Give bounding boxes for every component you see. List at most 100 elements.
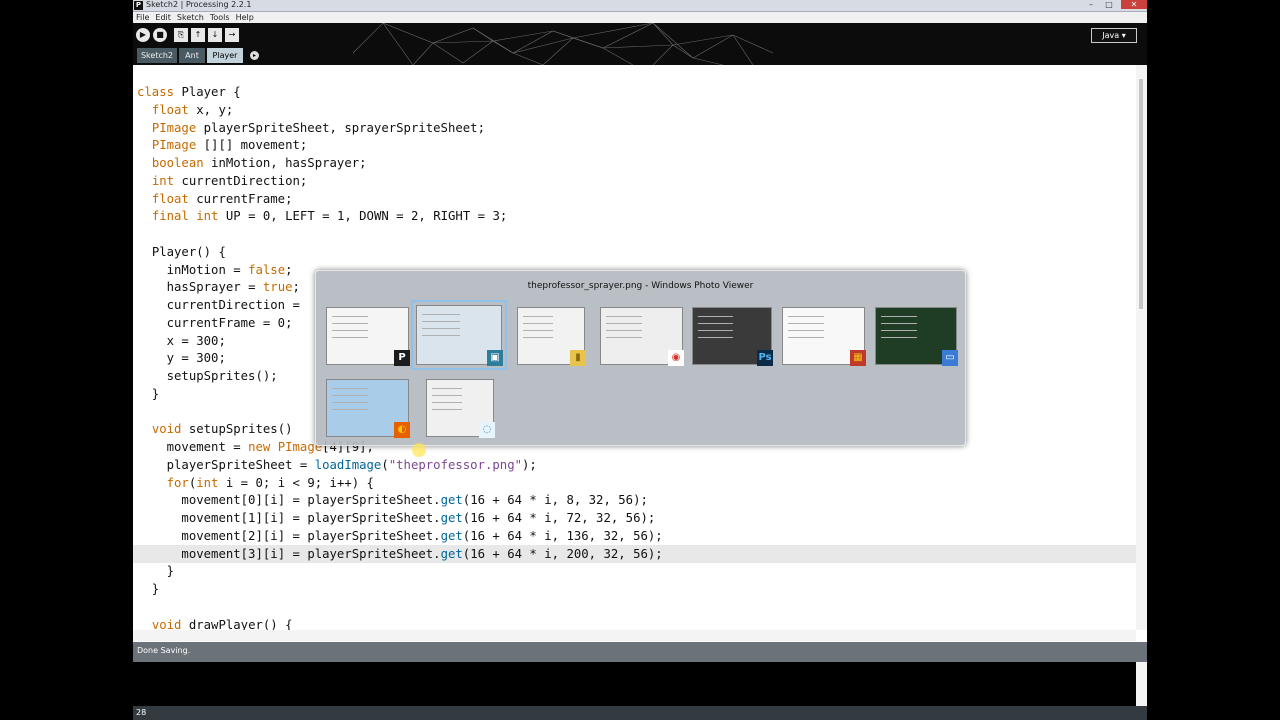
thumbnail-content-line	[523, 330, 553, 331]
thumbnail-content-line	[332, 337, 369, 338]
code-line: currentDirection =	[166, 298, 300, 312]
export-button[interactable]: →	[225, 28, 239, 42]
editor-horizontal-scrollbar[interactable]	[133, 630, 1136, 641]
thumbnail-content-line	[788, 330, 825, 331]
thumbnail-content-line	[881, 323, 917, 324]
thumbnail-content-line	[881, 330, 917, 331]
console-scrollbar[interactable]	[1136, 662, 1147, 706]
app-icon: ▭	[942, 350, 958, 366]
thumbnail-content-line	[606, 323, 643, 324]
code-line: PImage playerSpriteSheet, sprayerSpriteS…	[151, 120, 485, 135]
thumbnail-content-line	[422, 321, 460, 322]
thumbnail-content-line	[332, 388, 369, 389]
menu-help[interactable]: Help	[233, 12, 257, 23]
code-line: playerSpriteSheet = loadImage("theprofes…	[166, 457, 537, 472]
code-line: PImage [][] movement;	[151, 138, 308, 153]
thumbnail-content-line	[523, 337, 553, 338]
code-line: float x, y;	[151, 102, 234, 117]
thumbnail-content-line	[432, 395, 462, 396]
status-bar: Done Saving.	[133, 642, 1147, 662]
thumbnail-content-line	[788, 323, 825, 324]
open-button[interactable]: ↑	[191, 28, 205, 42]
menu-sketch[interactable]: Sketch	[174, 12, 207, 23]
run-button[interactable]: ▶	[136, 28, 150, 42]
task-thumbnail[interactable]: ▮	[517, 307, 586, 366]
menu-bar: File Edit Sketch Tools Help	[133, 12, 1147, 23]
save-button[interactable]: ↓	[208, 28, 222, 42]
thumbnail-content-line	[698, 337, 734, 338]
code-line: movement[2][i] = playerSpriteSheet.get(1…	[181, 528, 663, 543]
processing-app-icon: P	[134, 1, 143, 10]
code-line: void setupSprites()	[151, 422, 293, 437]
thumbnail-content-line	[422, 335, 460, 336]
app-icon: P	[394, 350, 410, 366]
app-icon: ▣	[487, 350, 503, 366]
task-thumbnail[interactable]: ◉	[600, 307, 684, 366]
maximize-button[interactable]: □	[1101, 0, 1117, 9]
tab-player[interactable]: Player	[207, 48, 243, 63]
stop-button[interactable]: ■	[153, 28, 167, 42]
task-switcher-title: theprofessor_sprayer.png - Windows Photo…	[527, 281, 754, 291]
task-thumbnail[interactable]: ▦	[782, 307, 866, 366]
thumbnail-content-line	[788, 316, 825, 317]
task-thumbnail[interactable]: P	[326, 307, 410, 366]
task-thumbnail[interactable]: Ps	[692, 307, 773, 366]
code-line: y = 300;	[166, 351, 226, 366]
thumbnail-content-line	[698, 323, 734, 324]
task-switcher: theprofessor_sprayer.png - Windows Photo…	[315, 270, 966, 446]
thumbnail-content-line	[422, 328, 460, 329]
thumbnail-content-line	[332, 409, 369, 410]
thumbnail-content-line	[432, 409, 462, 410]
code-line: void drawPlayer() {	[151, 617, 293, 631]
thumbnail-content-line	[523, 323, 553, 324]
close-button[interactable]: ✕	[1121, 0, 1147, 9]
code-line: }	[137, 564, 175, 579]
code-line: int currentDirection;	[151, 173, 308, 188]
menu-tools[interactable]: Tools	[207, 12, 233, 23]
line-number: 28	[136, 708, 147, 717]
thumbnail-content-line	[332, 330, 369, 331]
code-line: class Player {	[137, 85, 241, 99]
app-icon: ◉	[668, 350, 684, 366]
task-thumbnail[interactable]: ▭	[875, 307, 958, 366]
thumbnail-content-line	[432, 388, 462, 389]
thumbnail-content-line	[432, 402, 462, 403]
toolbar: ▶ ■ ⎘ ↑ ↓ → Java ▾ Sketch2 Ant Player ▸	[133, 23, 1147, 65]
toolbar-background-network-art	[352, 23, 774, 65]
editor-vertical-scrollbar[interactable]	[1136, 65, 1147, 630]
new-button[interactable]: ⎘	[174, 28, 188, 42]
menu-edit[interactable]: Edit	[152, 12, 174, 23]
menu-file[interactable]: File	[133, 12, 152, 23]
tab-menu-icon[interactable]: ▸	[250, 51, 259, 60]
task-thumbnail[interactable]: ▣	[411, 300, 507, 370]
app-icon: ◐	[394, 422, 410, 438]
thumbnail-content-line	[606, 330, 643, 331]
app-icon: ▦	[850, 350, 866, 366]
mode-selector[interactable]: Java ▾	[1091, 28, 1137, 43]
app-icon: Ps	[757, 350, 773, 366]
thumbnail-content-line	[881, 316, 917, 317]
thumbnail-content-line	[881, 337, 917, 338]
code-line: final int UP = 0, LEFT = 1, DOWN = 2, RI…	[151, 209, 508, 224]
code-line: movement[0][i] = playerSpriteSheet.get(1…	[181, 493, 648, 508]
code-line: for(int i = 0; i < 9; i++) {	[166, 475, 374, 490]
app-icon: ▮	[570, 350, 586, 366]
line-number-bar: 28	[133, 706, 1147, 720]
tab-sketch2[interactable]: Sketch2	[137, 48, 177, 63]
thumbnail-content-line	[332, 395, 369, 396]
thumbnail-content-line	[606, 337, 643, 338]
task-thumbnail[interactable]: ◌	[426, 379, 495, 438]
code-line: setupSprites();	[166, 369, 278, 383]
code-line: }	[137, 582, 160, 596]
code-line: Player() {	[151, 244, 226, 259]
thumbnail-content-line	[332, 402, 369, 403]
minimize-button[interactable]: –	[1083, 0, 1099, 9]
console-area[interactable]	[133, 662, 1136, 706]
thumbnail-content-line	[332, 323, 369, 324]
task-thumbnail[interactable]: ◐	[326, 379, 410, 438]
tab-ant[interactable]: Ant	[179, 48, 205, 63]
thumbnail-content-line	[523, 316, 553, 317]
code-line: boolean inMotion, hasSprayer;	[151, 156, 367, 170]
code-line: }	[137, 386, 160, 401]
scrollbar-thumb[interactable]	[1139, 79, 1143, 309]
